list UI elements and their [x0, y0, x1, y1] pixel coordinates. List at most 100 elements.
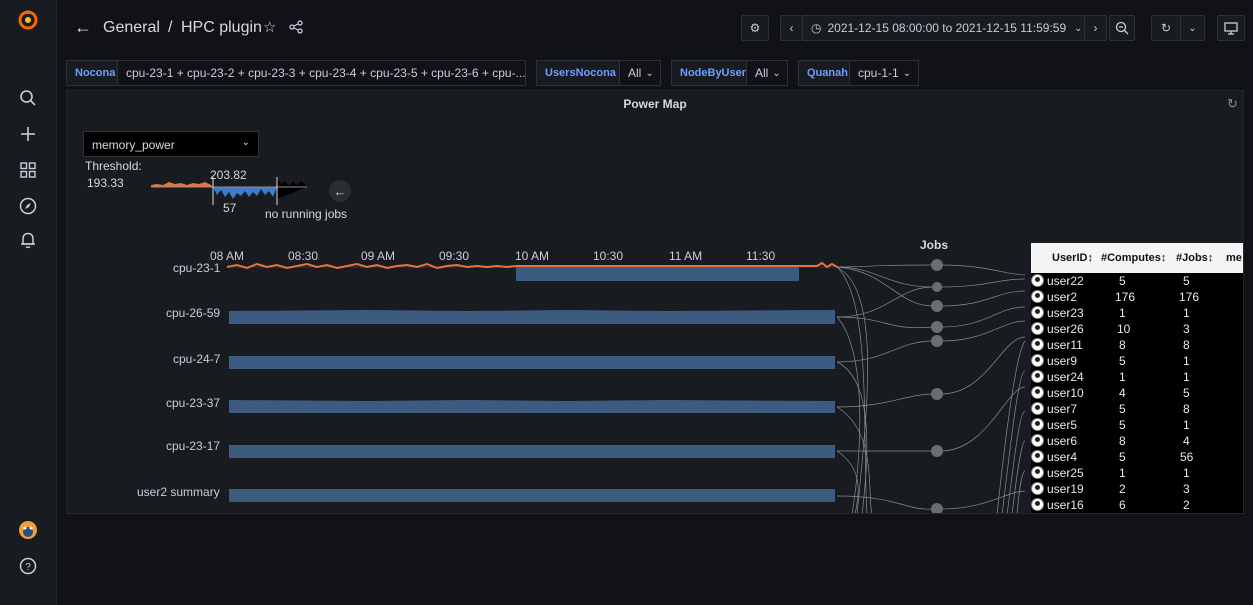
cell-userid: user2 [1047, 290, 1078, 304]
col-header-jobs[interactable]: #Jobs↕ [1176, 252, 1213, 264]
cell-jobs: 2 [1183, 498, 1190, 512]
col-header-jobs-label: #Jobs [1176, 252, 1208, 264]
zoom-out-button[interactable] [1109, 15, 1135, 41]
user-avatar-icon[interactable] [16, 518, 40, 542]
cell-jobs: 1 [1183, 370, 1190, 384]
search-icon[interactable] [16, 86, 40, 110]
refresh-button[interactable]: ↻ [1151, 15, 1181, 41]
table-row[interactable]: user22 5 5 [1031, 273, 1243, 288]
table-row[interactable]: user2 176 176 [1031, 289, 1243, 304]
cell-jobs: 4 [1183, 434, 1190, 448]
var-select-nodebyuser[interactable]: All ⌄ [746, 60, 788, 86]
user-avatar-icon [1031, 306, 1044, 319]
cell-computes: 176 [1115, 290, 1136, 304]
cell-userid: user6 [1047, 434, 1078, 448]
zoom-out-icon [1115, 21, 1129, 35]
power-map-panel: Power Map ↻ memory_power ⌄ Threshold: 19… [66, 90, 1244, 514]
chevron-down-icon: ⌄ [902, 67, 912, 79]
var-value-nocona: cpu-23-1 + cpu-23-2 + cpu-23-3 + cpu-23-… [126, 66, 526, 80]
cell-jobs: 3 [1183, 322, 1190, 336]
alert-bell-icon[interactable] [16, 228, 40, 252]
clock-icon: ◷ [811, 21, 822, 35]
cell-computes: 6 [1119, 498, 1126, 512]
grafana-logo-icon[interactable] [16, 8, 40, 32]
job-bar-cpu-23-1 [516, 267, 799, 281]
cell-computes: 5 [1119, 274, 1126, 288]
var-value-usersnocona: All [628, 66, 642, 80]
cell-userid: user9 [1047, 354, 1078, 368]
cell-userid: user23 [1047, 306, 1084, 320]
time-range-picker[interactable]: ◷ 2021-12-15 08:00:00 to 2021-12-15 11:5… [802, 15, 1085, 41]
explore-compass-icon[interactable] [16, 194, 40, 218]
job-user-links [940, 264, 1026, 513]
power-map-timeline [226, 259, 1026, 513]
cell-jobs: 1 [1183, 466, 1190, 480]
chevron-down-icon: ⌄ [1188, 22, 1197, 34]
chevron-down-icon: ⌄ [772, 67, 781, 79]
table-row[interactable]: user9 5 1 [1031, 353, 1243, 368]
var-value-nodebyuser: All [755, 66, 769, 80]
col-header-userid-label: UserID [1052, 252, 1088, 264]
user-avatar-icon [1031, 450, 1044, 463]
share-icon[interactable] [289, 20, 303, 37]
cell-userid: user11 [1047, 338, 1083, 352]
refresh-icon: ↻ [1160, 21, 1172, 35]
table-row[interactable]: user5 5 1 [1031, 417, 1243, 432]
user-avatar-icon [1031, 418, 1044, 431]
table-row[interactable]: user19 2 3 [1031, 481, 1243, 496]
cell-computes: 5 [1119, 402, 1126, 416]
cell-userid: user5 [1047, 418, 1078, 432]
table-row[interactable]: user16 6 2 [1031, 497, 1243, 512]
var-label-nodebyuser: NodeByUser [671, 60, 756, 86]
job-node [931, 388, 943, 400]
col-header-extra[interactable]: me [1226, 252, 1242, 264]
cell-computes: 1 [1119, 466, 1126, 480]
help-icon[interactable]: ? [16, 554, 40, 578]
table-row[interactable]: user11 8 8 [1031, 337, 1243, 352]
col-header-computes[interactable]: #Computes↕ [1101, 252, 1166, 264]
var-value-quanah: cpu-1-1 [858, 66, 899, 80]
time-shift-forward-button[interactable]: › [1085, 15, 1107, 41]
table-row[interactable]: user4 5 56 [1031, 449, 1243, 464]
job-node [931, 300, 943, 312]
table-row[interactable]: user10 4 5 [1031, 385, 1243, 400]
cell-jobs: 5 [1183, 274, 1190, 288]
table-row[interactable]: user23 1 1 [1031, 305, 1243, 320]
var-select-usersnocona[interactable]: All ⌄ [619, 60, 661, 86]
table-row[interactable]: user25 1 1 [1031, 465, 1243, 480]
job-node [931, 321, 943, 333]
cell-jobs: 1 [1183, 306, 1190, 320]
plus-icon[interactable] [16, 122, 40, 146]
breadcrumb-folder[interactable]: General [103, 19, 160, 37]
var-select-quanah[interactable]: cpu-1-1 ⌄ [849, 60, 919, 86]
job-node [931, 259, 943, 271]
panel-refresh-icon[interactable]: ↻ [1227, 96, 1238, 112]
job-node [931, 503, 943, 513]
var-select-nocona[interactable]: cpu-23-1 + cpu-23-2 + cpu-23-3 + cpu-23-… [117, 60, 526, 86]
sort-icon: ↕ [1087, 252, 1093, 264]
cell-computes: 8 [1119, 338, 1126, 352]
summary-bar-user2 [229, 489, 835, 502]
table-row[interactable]: user6 8 4 [1031, 433, 1243, 448]
var-label-nocona: Nocona [66, 60, 125, 86]
tv-mode-button[interactable] [1217, 15, 1245, 41]
table-row[interactable]: user26 10 3 [1031, 321, 1243, 336]
job-node [932, 282, 942, 292]
user-avatar-icon [1031, 322, 1044, 335]
svg-text:?: ? [25, 562, 31, 573]
sidebar: ? [0, 0, 57, 605]
refresh-interval-dropdown[interactable]: ⌄ [1181, 15, 1205, 41]
table-row[interactable]: user24 1 1 [1031, 369, 1243, 384]
dashboard-settings-button[interactable]: ⚙ [741, 15, 769, 41]
cell-computes: 1 [1119, 370, 1126, 384]
time-range-label: 2021-12-15 08:00:00 to 2021-12-15 11:59:… [827, 21, 1067, 35]
star-icon[interactable]: ☆ [263, 18, 276, 36]
cell-userid: user19 [1047, 482, 1084, 496]
col-header-userid[interactable]: UserID↕ [1052, 252, 1093, 264]
dashboards-icon[interactable] [16, 158, 40, 182]
time-shift-back-button[interactable]: ‹ [780, 15, 802, 41]
back-arrow-icon[interactable]: ← [74, 17, 92, 38]
table-row[interactable]: user7 5 8 [1031, 401, 1243, 416]
cell-jobs: 5 [1183, 386, 1190, 400]
dashboard-title[interactable]: HPC plugin [181, 19, 262, 37]
